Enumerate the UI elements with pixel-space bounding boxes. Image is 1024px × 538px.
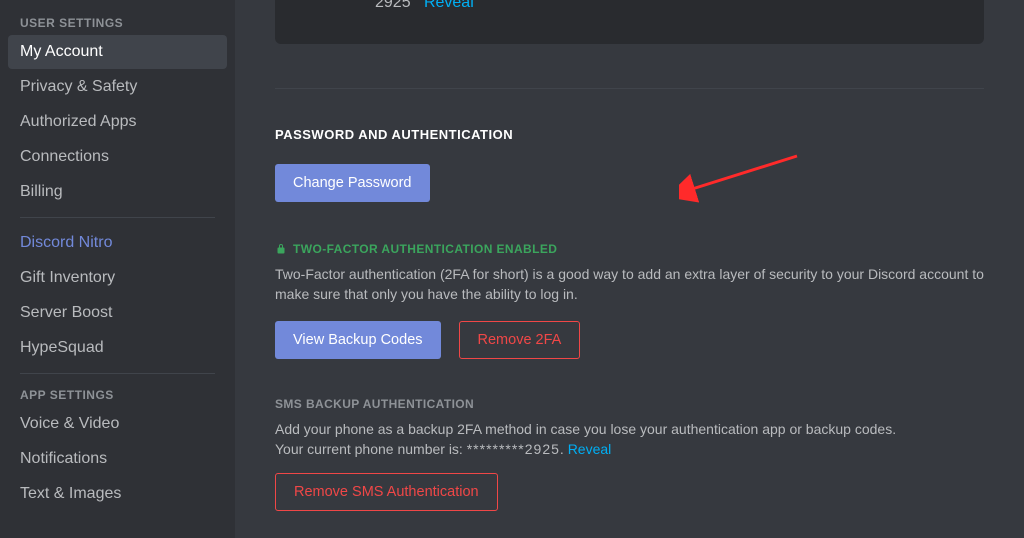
sms-desc-line1: Add your phone as a backup 2FA method in…	[275, 421, 896, 437]
sms-desc-line2-prefix: Your current phone number is:	[275, 441, 467, 457]
phone-last4: 2925	[375, 0, 411, 11]
sms-reveal-link[interactable]: Reveal	[568, 441, 612, 457]
sidebar-item-billing[interactable]: Billing	[8, 175, 227, 209]
sidebar-item-hypesquad[interactable]: HypeSquad	[8, 331, 227, 365]
sidebar-item-gift-inventory[interactable]: Gift Inventory	[8, 261, 227, 295]
phone-reveal-link[interactable]: Reveal	[424, 0, 474, 11]
remove-sms-auth-button[interactable]: Remove SMS Authentication	[275, 473, 498, 511]
settings-main: 2925 Reveal Password and Authentication …	[235, 0, 1024, 538]
settings-sidebar: User Settings My Account Privacy & Safet…	[0, 0, 235, 538]
phone-fragment-row: 2925 Reveal	[375, 0, 474, 12]
change-password-button[interactable]: Change Password	[275, 164, 430, 202]
sidebar-item-my-account[interactable]: My Account	[8, 35, 227, 69]
account-card-fragment: 2925 Reveal	[275, 0, 984, 44]
sidebar-item-authorized-apps[interactable]: Authorized Apps	[8, 105, 227, 139]
twofa-description: Two-Factor authentication (2FA for short…	[275, 264, 984, 305]
sidebar-separator	[20, 373, 215, 374]
sms-backup-heading: SMS Backup Authentication	[275, 397, 984, 411]
remove-2fa-button[interactable]: Remove 2FA	[459, 321, 581, 359]
sidebar-item-text-images[interactable]: Text & Images	[8, 477, 227, 511]
sidebar-item-server-boost[interactable]: Server Boost	[8, 296, 227, 330]
section-divider	[275, 88, 984, 89]
sms-backup-description: Add your phone as a backup 2FA method in…	[275, 419, 984, 460]
view-backup-codes-button[interactable]: View Backup Codes	[275, 321, 441, 359]
sidebar-separator	[20, 217, 215, 218]
sms-masked-number: *********2925	[467, 441, 560, 457]
sidebar-header-app-settings: App Settings	[8, 382, 227, 406]
twofa-enabled-heading: Two-Factor Authentication Enabled	[275, 242, 984, 256]
twofa-enabled-label: Two-Factor Authentication Enabled	[293, 242, 557, 256]
sidebar-item-notifications[interactable]: Notifications	[8, 442, 227, 476]
password-auth-heading: Password and Authentication	[275, 127, 984, 142]
sidebar-item-discord-nitro[interactable]: Discord Nitro	[8, 226, 227, 260]
sidebar-header-user-settings: User Settings	[8, 10, 227, 34]
sidebar-item-privacy-safety[interactable]: Privacy & Safety	[8, 70, 227, 104]
lock-icon	[275, 242, 287, 256]
sidebar-item-voice-video[interactable]: Voice & Video	[8, 407, 227, 441]
sidebar-item-connections[interactable]: Connections	[8, 140, 227, 174]
